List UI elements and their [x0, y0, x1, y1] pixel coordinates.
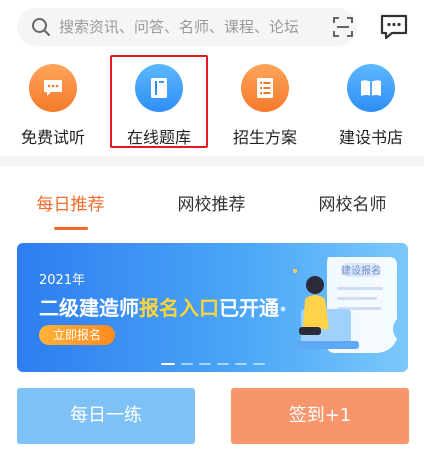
carousel-dot[interactable] — [234, 363, 247, 365]
carousel-dot[interactable] — [216, 363, 229, 365]
banner-title-part2: 已开通 — [219, 296, 279, 320]
search-box[interactable]: 搜索资讯、问答、名师、课程、论坛 — [17, 8, 357, 46]
paper-label: 建设报名 — [341, 264, 381, 277]
promo-banner[interactable]: 2021年 二级建造师报名入口已开通 立即报名 建设报名 — [17, 243, 408, 372]
carousel-dot[interactable] — [180, 363, 193, 365]
banner-title-part1: 二级建造师 — [39, 296, 139, 320]
banner-title-highlight: 报名入口 — [139, 296, 219, 320]
message-icon[interactable] — [380, 14, 408, 40]
open-book-icon — [347, 64, 395, 112]
search-icon — [32, 18, 50, 36]
tab-daily-recommend[interactable]: 每日推荐 — [0, 190, 141, 215]
list-document-icon — [241, 64, 289, 112]
highlight-box — [110, 55, 208, 148]
entry-label: 招生方案 — [232, 128, 297, 147]
entry-label: 免费试听 — [20, 128, 85, 147]
banner-year: 2021年 — [39, 273, 86, 288]
chat-icon — [29, 64, 77, 112]
register-now-button[interactable]: 立即报名 — [39, 325, 115, 345]
tab-famous-teachers[interactable]: 网校名师 — [282, 190, 423, 215]
daily-practice-button[interactable]: 每日一练 — [17, 388, 195, 444]
tab-school-recommend[interactable]: 网校推荐 — [141, 190, 282, 215]
entry-enrollment-plan[interactable]: 招生方案 — [212, 56, 318, 152]
banner-title: 二级建造师报名入口已开通 — [39, 292, 279, 321]
banner-illustration: 建设报名 — [280, 257, 397, 353]
recommend-tabs: 每日推荐 网校推荐 网校名师 — [0, 166, 424, 232]
search-placeholder: 搜索资讯、问答、名师、课程、论坛 — [59, 18, 300, 36]
scan-icon[interactable] — [333, 17, 353, 37]
entry-label: 建设书店 — [338, 128, 403, 147]
section-divider — [0, 156, 424, 166]
top-bar: 搜索资讯、问答、名师、课程、论坛 — [0, 0, 424, 56]
carousel-dots — [17, 363, 408, 365]
carousel-dot[interactable] — [252, 363, 265, 365]
carousel-dot[interactable] — [198, 363, 211, 365]
quick-entries: 免费试听 在线题库 招生方案 建设书店 — [0, 56, 424, 152]
entry-bookstore[interactable]: 建设书店 — [318, 56, 424, 152]
carousel-dot[interactable] — [160, 363, 175, 365]
active-tab-indicator — [54, 227, 88, 230]
entry-free-trial[interactable]: 免费试听 — [0, 56, 106, 152]
sign-in-button[interactable]: 签到+1 — [231, 388, 409, 444]
